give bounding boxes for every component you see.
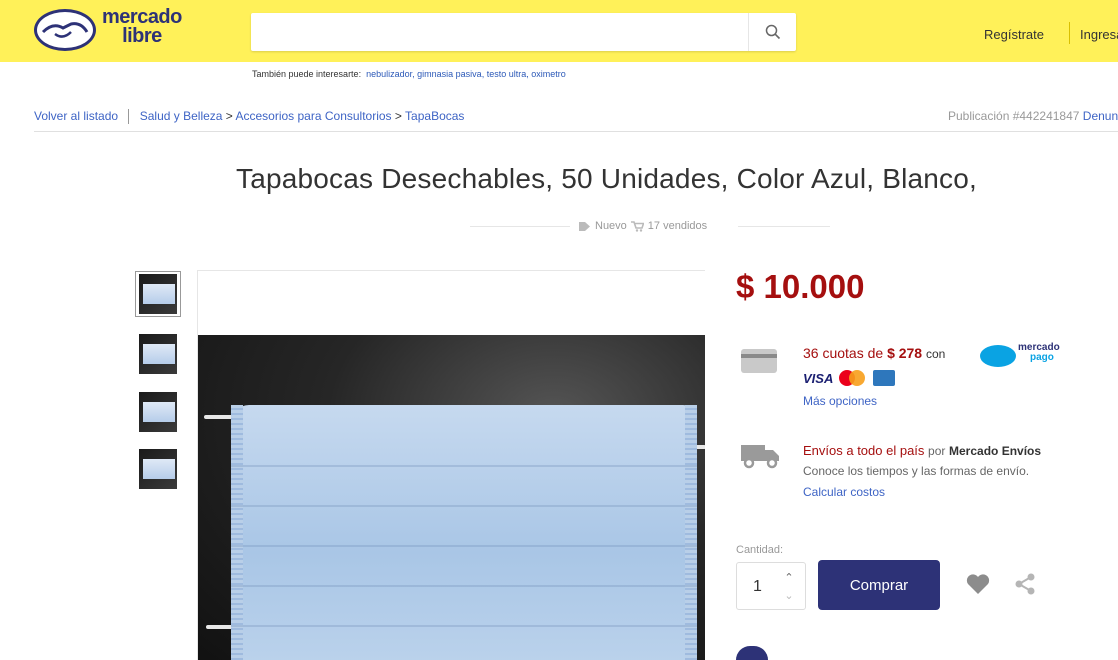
shipping-title: Envíos a todo el país por Mercado Envíos	[803, 443, 1042, 458]
installments-text: 36 cuotas de $ 278 con	[803, 345, 946, 361]
mercadopago-logo: mercado pago	[980, 343, 1070, 369]
nav-divider	[1069, 22, 1070, 44]
breadcrumb-divider	[128, 109, 130, 125]
divider	[738, 226, 830, 227]
shield-icon	[736, 646, 768, 660]
breadcrumb-item-accesorios[interactable]: Accesorios para Consultorios	[235, 109, 391, 123]
surgical-mask	[231, 405, 697, 660]
mastercard-icon	[839, 370, 867, 386]
breadcrumb-separator: >	[225, 109, 233, 123]
product-title: Tapabocas Desechables, 50 Unidades, Colo…	[236, 163, 977, 194]
publication-number: Publicación #442241847	[948, 109, 1080, 123]
gallery-thumbnail[interactable]	[135, 389, 181, 435]
search-icon	[765, 24, 780, 40]
quantity-value: 1	[753, 578, 762, 595]
breadcrumb-item-salud[interactable]: Salud y Belleza	[140, 109, 223, 123]
product-price: $ 10.000	[736, 268, 865, 305]
divider	[470, 226, 570, 227]
mask-photo	[198, 335, 705, 660]
chevron-up-icon[interactable]: ⌃	[781, 571, 797, 585]
buy-button[interactable]: Comprar	[818, 560, 940, 610]
breadcrumb: Volver al listado Salud y Belleza > Acce…	[34, 109, 464, 125]
chevron-down-icon[interactable]: ⌄	[781, 589, 797, 603]
visa-logo: VISA	[803, 370, 834, 386]
breadcrumb-separator: >	[394, 109, 402, 123]
heart-icon[interactable]	[965, 572, 991, 596]
credit-card-icon	[741, 349, 777, 373]
quantity-label: Cantidad:	[736, 544, 784, 556]
tag-icon	[579, 221, 590, 231]
breadcrumb-item-tapabocas[interactable]: TapaBocas	[405, 109, 464, 123]
handshake-icon	[980, 345, 1016, 367]
condition-label: Nuevo	[595, 220, 627, 232]
product-meta: Nuevo 17 vendidos	[578, 220, 707, 232]
divider	[34, 131, 1118, 132]
amex-icon	[873, 370, 896, 386]
product-main-image[interactable]	[197, 270, 705, 660]
thumbnail-image	[139, 449, 177, 489]
suggestions-bar: También puede interesarte: nebulizador, …	[252, 69, 566, 79]
back-to-list-link[interactable]: Volver al listado	[34, 109, 118, 123]
truck-icon	[741, 445, 779, 469]
shipping-carrier: Mercado Envíos	[949, 444, 1042, 458]
suggestion-link[interactable]: gimnasia pasiva,	[417, 69, 484, 79]
thumbnail-image	[139, 274, 177, 314]
shipping-subtitle: Conoce los tiempos y las formas de envío…	[803, 464, 1030, 478]
thumbnail-image	[139, 392, 177, 432]
more-payment-options-link[interactable]: Más opciones	[803, 394, 877, 408]
header-bar: mercado libre Regístrate Ingresa	[0, 0, 1118, 62]
quantity-stepper[interactable]: 1 ⌃ ⌄	[736, 562, 806, 610]
search-box	[251, 13, 796, 51]
cart-icon	[630, 220, 644, 232]
gallery-thumbnail[interactable]	[135, 446, 181, 492]
search-input[interactable]	[251, 13, 748, 51]
suggestion-link[interactable]: oximetro	[531, 69, 566, 79]
logo-wordmark: mercado libre	[102, 6, 182, 47]
installment-amount: $ 278	[887, 345, 923, 361]
payment-methods: VISA	[803, 370, 896, 386]
thumbnail-image	[139, 334, 177, 374]
mercadolibre-logo[interactable]: mercado libre	[30, 6, 220, 54]
suggestions-prefix: También puede interesarte:	[252, 69, 362, 79]
register-link[interactable]: Regístrate	[984, 27, 1044, 42]
handshake-icon	[34, 9, 96, 51]
login-link[interactable]: Ingresa	[1080, 27, 1118, 42]
search-button[interactable]	[748, 13, 796, 51]
publication-info: Publicación #442241847 Denunciar	[948, 109, 1118, 123]
sold-count: 17 vendidos	[647, 220, 708, 232]
gallery-thumbnail[interactable]	[135, 271, 181, 317]
calculate-shipping-link[interactable]: Calcular costos	[803, 485, 885, 499]
gallery-thumbnail[interactable]	[135, 331, 181, 377]
suggestion-link[interactable]: nebulizador,	[366, 69, 415, 79]
share-icon[interactable]	[1014, 572, 1036, 596]
suggestion-link[interactable]: testo ultra,	[487, 69, 529, 79]
denounce-link[interactable]: Denunciar	[1083, 109, 1118, 123]
